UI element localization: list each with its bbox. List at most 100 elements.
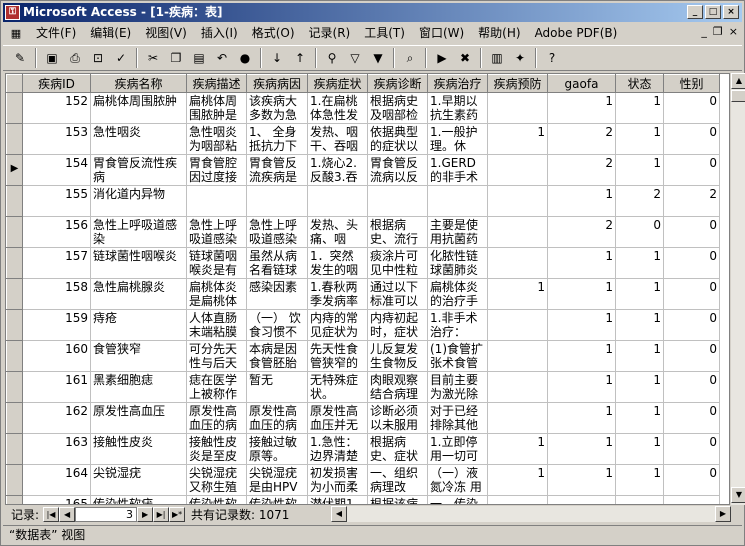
table-cell[interactable]: 尖锐湿疣 (90, 464, 187, 496)
table-cell[interactable]: 原发性高血压的病 (186, 402, 247, 434)
table-cell[interactable]: 1.GERD的非手术治 (427, 154, 488, 186)
table-cell[interactable]: 159 (22, 309, 91, 341)
record-selector[interactable] (6, 247, 23, 279)
table-cell[interactable] (615, 495, 664, 504)
table-cell[interactable]: 153 (22, 123, 91, 155)
table-cell[interactable] (487, 309, 548, 341)
table-cell[interactable]: 原发性高血压并无 (307, 402, 368, 434)
menu-format[interactable]: 格式(O) (245, 24, 302, 43)
table-cell[interactable]: 人体直肠末端粘膜 (186, 309, 247, 341)
table-cell[interactable]: 尖锐湿疣是由HPV引 (246, 464, 308, 496)
record-selector[interactable] (6, 216, 23, 248)
table-cell[interactable]: 1 (615, 340, 664, 372)
table-cell[interactable]: 1 (547, 371, 616, 403)
column-header-diagnosis[interactable]: 疾病诊断 (367, 74, 428, 93)
table-cell[interactable]: 2 (615, 185, 664, 217)
scroll-down-icon[interactable]: ▼ (731, 487, 745, 503)
column-header-treatment[interactable]: 疾病治疗 (427, 74, 488, 93)
table-cell[interactable]: 152 (22, 92, 91, 124)
table-cell[interactable]: 0 (663, 464, 720, 496)
minimize-button[interactable]: _ (687, 5, 703, 19)
table-cell[interactable] (487, 340, 548, 372)
table-cell[interactable]: 一、组织病理改 (367, 464, 428, 496)
table-cell[interactable]: 感染因素 (246, 278, 308, 310)
table-cell[interactable]: 暂无 (246, 371, 308, 403)
menu-help[interactable]: 帮助(H) (471, 24, 527, 43)
table-cell[interactable]: 根据病史、流行 (367, 216, 428, 248)
table-cell[interactable] (487, 402, 548, 434)
table-cell[interactable]: 1.烧心2.反酸3.吞 (307, 154, 368, 186)
apply-filter-icon[interactable]: ▼ (367, 47, 389, 69)
menu-adobe-pdf[interactable]: Adobe PDF(B) (528, 24, 625, 43)
table-cell[interactable]: 1 (615, 309, 664, 341)
table-cell[interactable]: 急性咽炎为咽部粘 (186, 123, 247, 155)
table-cell[interactable]: 161 (22, 371, 91, 403)
table-cell[interactable]: 1.立即停用一切可 (427, 433, 488, 465)
table-cell[interactable]: 根据病史、症状 (367, 433, 428, 465)
table-cell[interactable]: 急性上呼吸道感染 (90, 216, 187, 248)
table-cell[interactable]: 一、传染 (427, 495, 488, 504)
table-cell[interactable]: 胃食管反流性疾病 (90, 154, 187, 186)
table-cell[interactable]: 1 (547, 340, 616, 372)
table-cell[interactable]: 链球菌性咽喉炎 (90, 247, 187, 279)
menu-edit[interactable]: 编辑(E) (83, 24, 138, 43)
column-header-prevention[interactable]: 疾病预防 (487, 74, 548, 93)
table-cell[interactable]: 1.在扁桃体急性发 (307, 92, 368, 124)
record-selector[interactable] (6, 309, 23, 341)
next-record-button[interactable]: ▶ (137, 506, 154, 522)
table-cell[interactable] (487, 495, 548, 504)
table-cell[interactable]: 原发性高血压 (90, 402, 187, 434)
scroll-thumb[interactable] (731, 90, 745, 102)
table-cell[interactable]: 1.急性：边界清楚 (307, 433, 368, 465)
table-cell[interactable]: 2 (547, 154, 616, 186)
table-cell[interactable] (487, 185, 548, 217)
table-row[interactable]: 161 黑素细胞痣 痣在医学上被称作 暂无 无特殊症状。 肉眼观察结合病理 目前主要为激光除… (6, 371, 720, 403)
table-cell[interactable]: 1.非手术治疗： (427, 309, 488, 341)
menu-view[interactable]: 视图(V) (138, 24, 194, 43)
table-cell[interactable]: 1 (615, 278, 664, 310)
vertical-scrollbar[interactable]: ▲ ▼ (730, 73, 745, 505)
table-cell[interactable]: 0 (663, 371, 720, 403)
table-row[interactable]: 159 痔疮 人体直肠末端粘膜 （一） 饮食习惯不 内痔的常见症状为 内痔初起时，症状 1.… (6, 309, 720, 341)
table-cell[interactable]: 诊断必须以未服用 (367, 402, 428, 434)
table-cell[interactable]: 内痔的常见症状为 (307, 309, 368, 341)
new-object-icon[interactable]: ✦ (509, 47, 531, 69)
table-cell[interactable]: 潜伏期1周 (307, 495, 368, 504)
record-selector[interactable] (6, 464, 23, 496)
column-header-id[interactable]: 疾病ID (22, 74, 91, 93)
table-cell[interactable]: 急性咽炎 (90, 123, 187, 155)
paste-icon[interactable]: ▤ (188, 47, 210, 69)
table-row[interactable]: 162 原发性高血压 原发性高血压的病 原发性高血压的病 原发性高血压并无 诊断必须以未服… (6, 402, 720, 434)
doc-close-button[interactable]: × (729, 25, 738, 38)
record-selector[interactable] (6, 278, 23, 310)
table-cell[interactable]: 0 (663, 340, 720, 372)
table-cell[interactable]: 扁桃体周围脓肿是 (186, 92, 247, 124)
table-cell[interactable]: 1 (615, 464, 664, 496)
table-cell[interactable]: 先天性食管狭窄的 (307, 340, 368, 372)
table-cell[interactable] (487, 216, 548, 248)
table-row[interactable]: 163 接触性皮炎 接触性皮炎是至皮 接触过敏原等。 1.急性：边界清楚 根据病史、症状 1… (6, 433, 720, 465)
menu-window[interactable]: 窗口(W) (412, 24, 471, 43)
record-selector[interactable] (6, 123, 23, 155)
table-cell[interactable]: 胃食管反流病以反 (367, 154, 428, 186)
column-header-name[interactable]: 疾病名称 (90, 74, 187, 93)
table-cell[interactable]: 0 (663, 154, 720, 186)
new-record-icon[interactable]: ▶ (431, 47, 453, 69)
column-header-gender[interactable]: 性别 (663, 74, 720, 93)
table-row[interactable]: 153 急性咽炎 急性咽炎为咽部粘 1、 全身抵抗力下 发热、咽干、吞咽 依据典型的症状以… (6, 123, 720, 155)
spelling-icon[interactable]: ✓ (110, 47, 132, 69)
table-cell[interactable]: 1.春秋两季发病率 (307, 278, 368, 310)
table-cell[interactable] (487, 247, 548, 279)
menu-records[interactable]: 记录(R) (302, 24, 358, 43)
table-cell[interactable]: 1 (487, 433, 548, 465)
table-cell[interactable]: 通过以下标准可以 (367, 278, 428, 310)
table-cell[interactable]: 1 (547, 92, 616, 124)
table-cell[interactable]: 初发损害为小而柔 (307, 464, 368, 496)
record-selector[interactable] (6, 495, 23, 504)
table-cell[interactable]: 急性上呼吸道感染 (186, 216, 247, 248)
copy-icon[interactable]: ❐ (165, 47, 187, 69)
table-cell[interactable]: 1 (547, 309, 616, 341)
table-cell[interactable]: 1 (615, 123, 664, 155)
table-cell[interactable]: 化脓性链球菌肺炎 (427, 247, 488, 279)
table-cell[interactable]: 根据该病 (367, 495, 428, 504)
